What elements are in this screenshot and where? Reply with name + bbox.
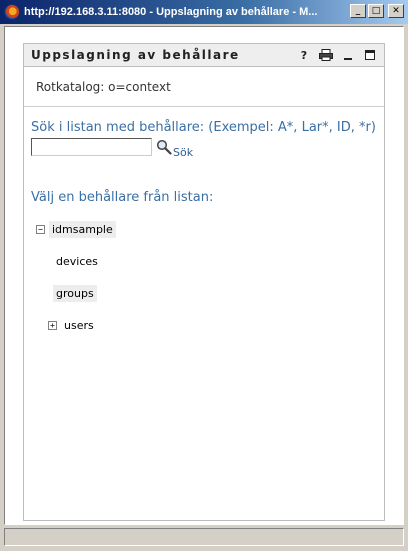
search-button[interactable]: Sök — [156, 139, 193, 159]
portlet-title: Uppslagning av behållare — [31, 48, 240, 62]
choose-container-label: Välj en behållare från listan: — [31, 190, 214, 205]
search-input[interactable] — [31, 138, 152, 156]
print-icon[interactable] — [318, 48, 334, 62]
window-title-bar[interactable]: http://192.168.3.11:8080 - Uppslagning a… — [0, 0, 408, 24]
expand-icon[interactable]: + — [48, 321, 57, 330]
maximize-icon[interactable] — [362, 48, 378, 62]
window-close-button[interactable]: ✕ — [388, 4, 404, 18]
tree-node-users[interactable]: + users — [48, 317, 97, 334]
minimize-icon[interactable] — [340, 48, 356, 62]
browser-content: Uppslagning av behållare ? Rotkatalog: o… — [4, 26, 404, 525]
root-catalog-row: Rotkatalog: o=context — [24, 67, 384, 107]
search-row: Sök — [31, 138, 384, 159]
window-title: http://192.168.3.11:8080 - Uppslagning a… — [24, 6, 318, 18]
tree-node-label[interactable]: idmsample — [49, 221, 116, 238]
help-icon[interactable]: ? — [296, 48, 312, 62]
container-tree: − idmsample devices groups + users — [24, 221, 384, 361]
root-catalog-text: Rotkatalog: o=context — [36, 79, 171, 94]
tree-node-label[interactable]: devices — [53, 253, 101, 270]
tree-node-groups[interactable]: groups — [53, 285, 97, 302]
magnifier-icon — [156, 139, 172, 155]
portlet-header: Uppslagning av behållare ? — [24, 44, 384, 67]
tree-node-devices[interactable]: devices — [53, 253, 101, 270]
tree-node-label[interactable]: users — [61, 317, 97, 334]
firefox-icon — [4, 4, 20, 20]
close-icon: ✕ — [392, 6, 400, 16]
status-bar — [4, 528, 404, 546]
window-minimize-button[interactable]: _ — [350, 4, 366, 18]
tree-node-label[interactable]: groups — [53, 285, 97, 302]
tree-node-root[interactable]: − idmsample — [36, 221, 116, 238]
maximize-icon: □ — [371, 6, 381, 16]
container-lookup-portlet: Uppslagning av behållare ? Rotkatalog: o… — [23, 43, 385, 521]
minimize-icon: _ — [355, 6, 361, 16]
collapse-icon[interactable]: − — [36, 225, 45, 234]
window-maximize-button[interactable]: □ — [368, 4, 384, 18]
search-button-label: Sök — [173, 146, 194, 159]
search-label: Sök i listan med behållare: (Exempel: A*… — [31, 120, 376, 135]
